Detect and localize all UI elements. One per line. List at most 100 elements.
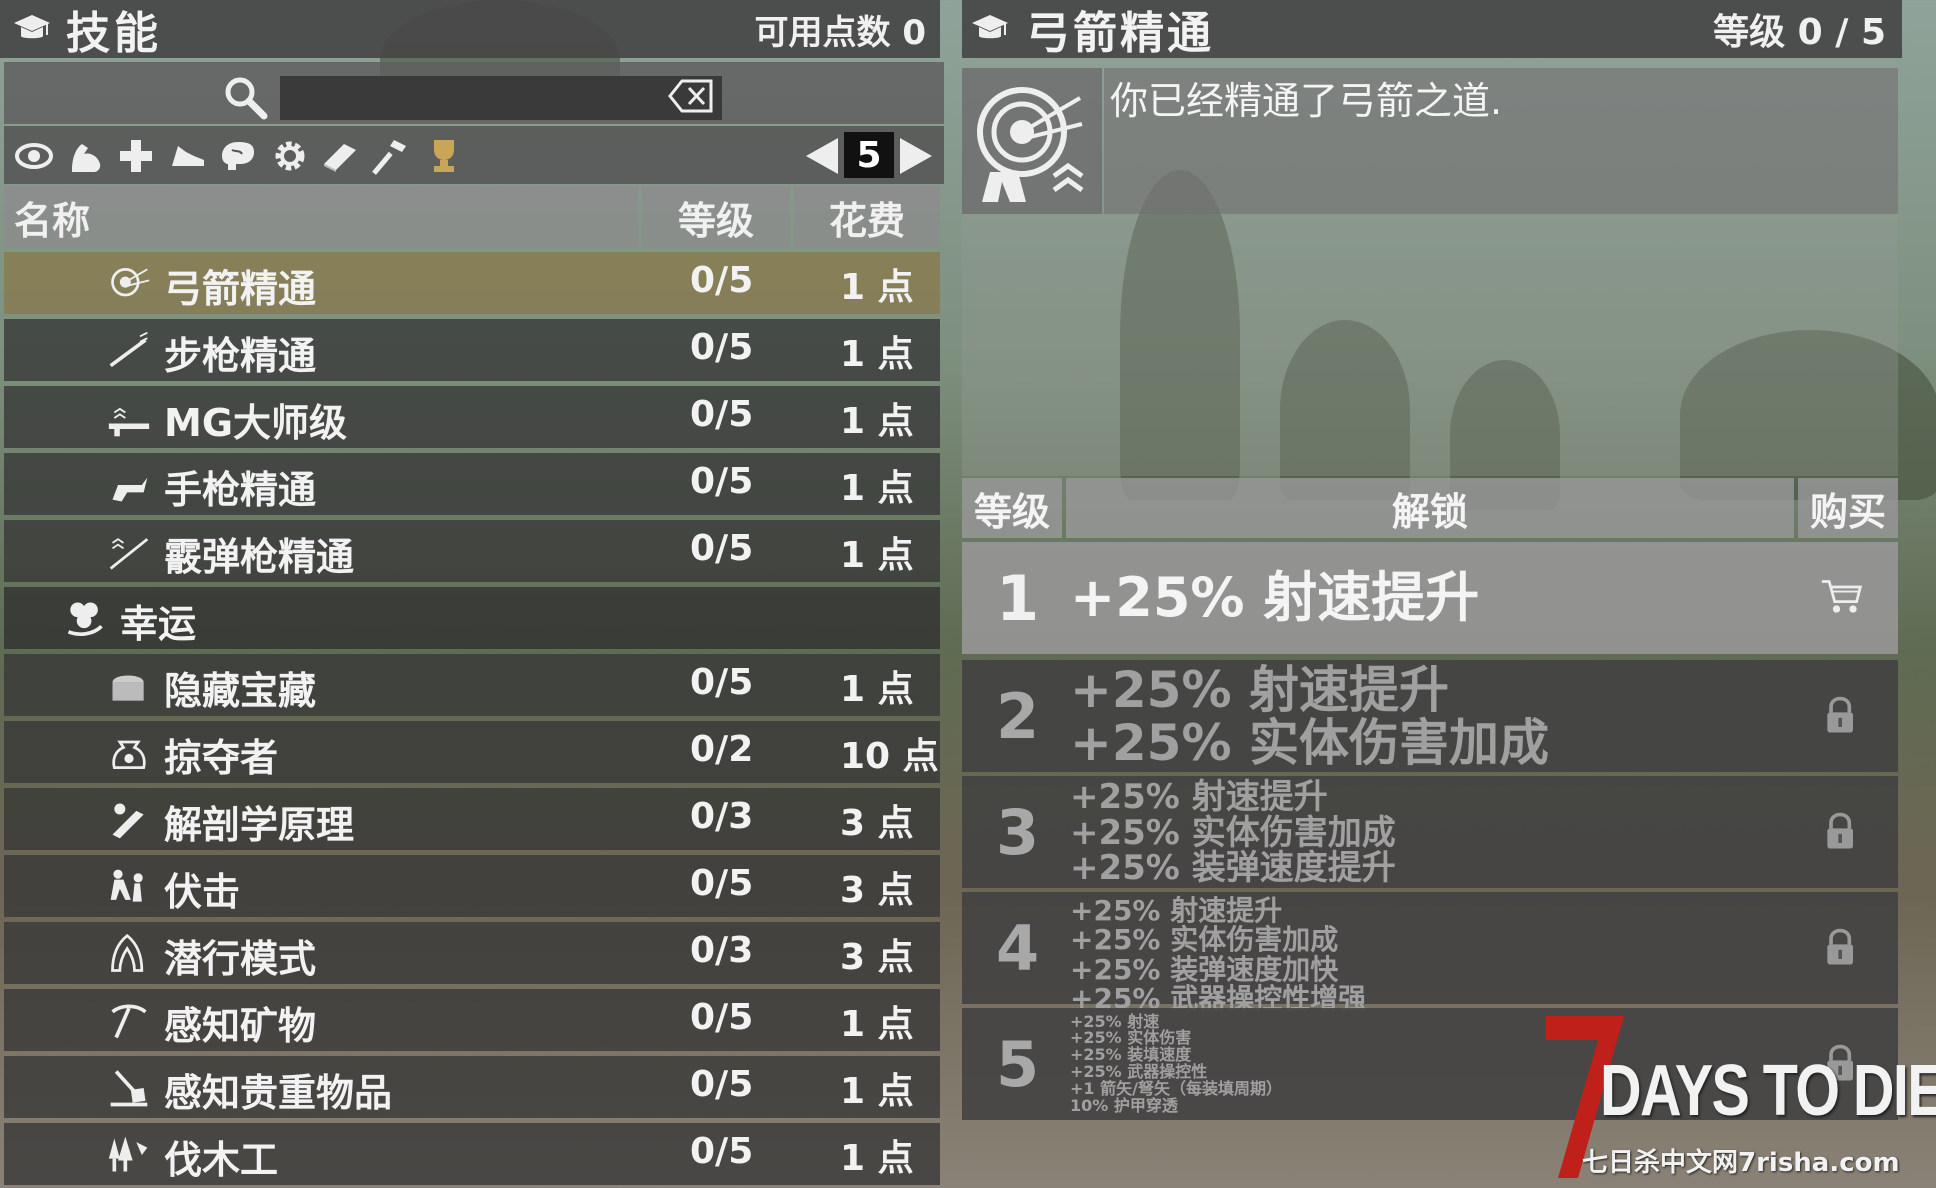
skill-cost: 10 点 [840, 736, 939, 777]
skill-name: 潜行模式 [164, 937, 317, 981]
skill-category-row[interactable]: 幸运 [4, 587, 940, 649]
skill-row[interactable]: 伐木工 0/5 1 点 [4, 1123, 940, 1185]
clover-icon [67, 602, 103, 636]
logo-subtitle: 七日杀中文网7risha.com [1582, 1148, 1900, 1178]
graduation-cap-icon [972, 15, 1008, 39]
skill-cost: 1 点 [840, 334, 914, 375]
skill-name: 手枪精通 [164, 468, 317, 512]
skill-level: 0/5 [690, 528, 754, 569]
skill-name: 感知贵重物品 [164, 1071, 393, 1115]
name-column-header[interactable]: 名称 [4, 186, 638, 248]
perk-level-row[interactable]: 2 +25% 射速提升 +25% 实体伤害加成 [962, 660, 1898, 772]
skill-column-header: 名称 等级 花费 [4, 186, 944, 248]
skill-name: 弓箭精通 [164, 267, 317, 311]
skill-level: 0/5 [690, 1131, 754, 1172]
clear-search-icon[interactable] [668, 78, 714, 114]
lock-icon [1827, 696, 1853, 733]
perk-level: 等级 0 / 5 [1713, 12, 1886, 53]
muscle-icon[interactable] [66, 136, 106, 176]
perk-unlock-text: +25% 射速提升 [1070, 565, 1480, 629]
perk-unlock-text: +25% 射速提升 +25% 实体伤害加成 +25% 装弹速度提升 [1070, 779, 1396, 889]
perk-unlock-line: +25% 装弹速度提升 [1070, 848, 1396, 889]
category-filter-bar: 5 [4, 126, 944, 184]
brain-icon[interactable] [218, 136, 258, 176]
cost-column-header[interactable]: 花费 [794, 186, 940, 248]
skill-row[interactable]: 感知矿物 0/5 1 点 [4, 989, 940, 1051]
archery-target-icon [111, 267, 150, 297]
skill-cost: 3 点 [840, 937, 914, 978]
skill-name: 掠夺者 [164, 736, 279, 780]
skill-row[interactable]: 隐藏宝藏 0/5 1 点 [4, 654, 940, 716]
trophy-icon[interactable] [424, 136, 464, 176]
skill-row[interactable]: 弓箭精通 0/5 1 点 [4, 252, 940, 314]
treasure-icon [112, 675, 144, 701]
perk-unlock-line: 10% 护甲穿透 [1070, 1095, 1178, 1115]
skill-name: 伐木工 [164, 1138, 279, 1182]
plus-icon[interactable] [116, 136, 156, 176]
knife-icon [112, 803, 144, 839]
perk-unlock-line: +25% 实体伤害加成 [1070, 812, 1396, 853]
logo-text: DAYS TO DIE [1600, 1051, 1936, 1131]
perk-level-number: 5 [996, 1028, 1040, 1101]
skill-cost: 1 点 [840, 267, 914, 308]
perk-unlock-text: +25% 射速 +25% 实体伤害 +25% 装填速度 +25% 武器操控性 +1 箭矢… [1070, 1013, 1282, 1115]
loot-bag-icon [112, 740, 146, 770]
skill-row[interactable]: 潜行模式 0/3 3 点 [4, 922, 940, 984]
search-row [4, 62, 944, 124]
search-icon[interactable] [222, 74, 268, 120]
unlock-column-header-label: 解锁 [1066, 478, 1794, 538]
buy-column-header: 购买 [1798, 478, 1898, 538]
shovel-icon [110, 1070, 148, 1107]
search-input[interactable] [280, 76, 722, 120]
hammer-icon[interactable] [372, 136, 412, 176]
cart-icon[interactable] [1820, 576, 1864, 620]
skill-name: 幸运 [120, 602, 197, 646]
shotgun-icon [109, 538, 149, 570]
skill-row[interactable]: MG大师级 0/5 1 点 [4, 386, 940, 448]
skill-cost: 1 点 [840, 1071, 914, 1112]
running-shoe-icon[interactable] [168, 136, 208, 176]
unlock-column-header: 等级 解锁 购买 [962, 478, 1898, 538]
skill-row[interactable]: 伏击 0/5 3 点 [4, 855, 940, 917]
perk-unlock-line: +25% 射速提升 [1070, 565, 1480, 629]
level-column-header[interactable]: 等级 [642, 186, 790, 248]
perk-level-number: 3 [996, 796, 1040, 869]
skill-row[interactable]: 掠夺者 0/2 10 点 [4, 721, 940, 783]
page-next-icon[interactable] [898, 136, 934, 176]
skill-cost: 1 点 [840, 401, 914, 442]
perk-title-bar: 弓箭精通 等级 0 / 5 [962, 0, 1902, 59]
lock-icon [1827, 812, 1853, 849]
perk-unlock-line: +25% 实体伤害加成 [1070, 713, 1549, 772]
skill-row[interactable]: 感知贵重物品 0/5 1 点 [4, 1056, 940, 1118]
lock-icon [1827, 928, 1853, 965]
book-icon[interactable] [320, 136, 360, 176]
page-prev-icon[interactable] [804, 136, 840, 176]
skill-level: 0/5 [690, 662, 754, 703]
skill-row[interactable]: 步枪精通 0/5 1 点 [4, 319, 940, 381]
skill-level: 0/5 [690, 997, 754, 1038]
skill-row[interactable]: 霰弹枪精通 0/5 1 点 [4, 520, 940, 582]
perk-unlock-line: +25% 射速提升 [1070, 894, 1283, 927]
skill-level: 0/2 [690, 729, 754, 770]
points-available: 可用点数 0 [754, 12, 927, 53]
machine-gun-icon [108, 407, 150, 437]
perk-level-row[interactable]: 3 +25% 射速提升 +25% 实体伤害加成 +25% 装弹速度提升 [962, 776, 1898, 888]
skill-row[interactable]: 解剖学原理 0/3 3 点 [4, 788, 940, 850]
skill-name: 隐藏宝藏 [164, 669, 317, 713]
pickaxe-icon [111, 1004, 147, 1039]
perk-unlock-line: +25% 射速提升 [1070, 661, 1449, 719]
skill-row[interactable]: 手枪精通 0/5 1 点 [4, 453, 940, 515]
perk-level-row[interactable]: 4 +25% 射速提升 +25% 实体伤害加成 +25% 装弹速度加快 +25% 武器操… [962, 892, 1898, 1014]
skills-title-bar: 技能 可用点数 0 [0, 0, 940, 59]
perk-unlock-line: +25% 实体伤害加成 [1070, 923, 1339, 957]
skill-cost: 1 点 [840, 669, 914, 710]
skill-level: 0/5 [690, 461, 754, 502]
perk-level-row[interactable]: 1 +25% 射速提升 [962, 542, 1898, 654]
skill-name: 步枪精通 [164, 334, 317, 378]
perk-image [962, 68, 1102, 214]
gear-icon[interactable] [270, 136, 310, 176]
skill-cost: 3 点 [840, 870, 914, 911]
pistol-icon [112, 477, 148, 502]
stealth-icon [111, 933, 144, 972]
eye-icon[interactable] [14, 136, 54, 176]
